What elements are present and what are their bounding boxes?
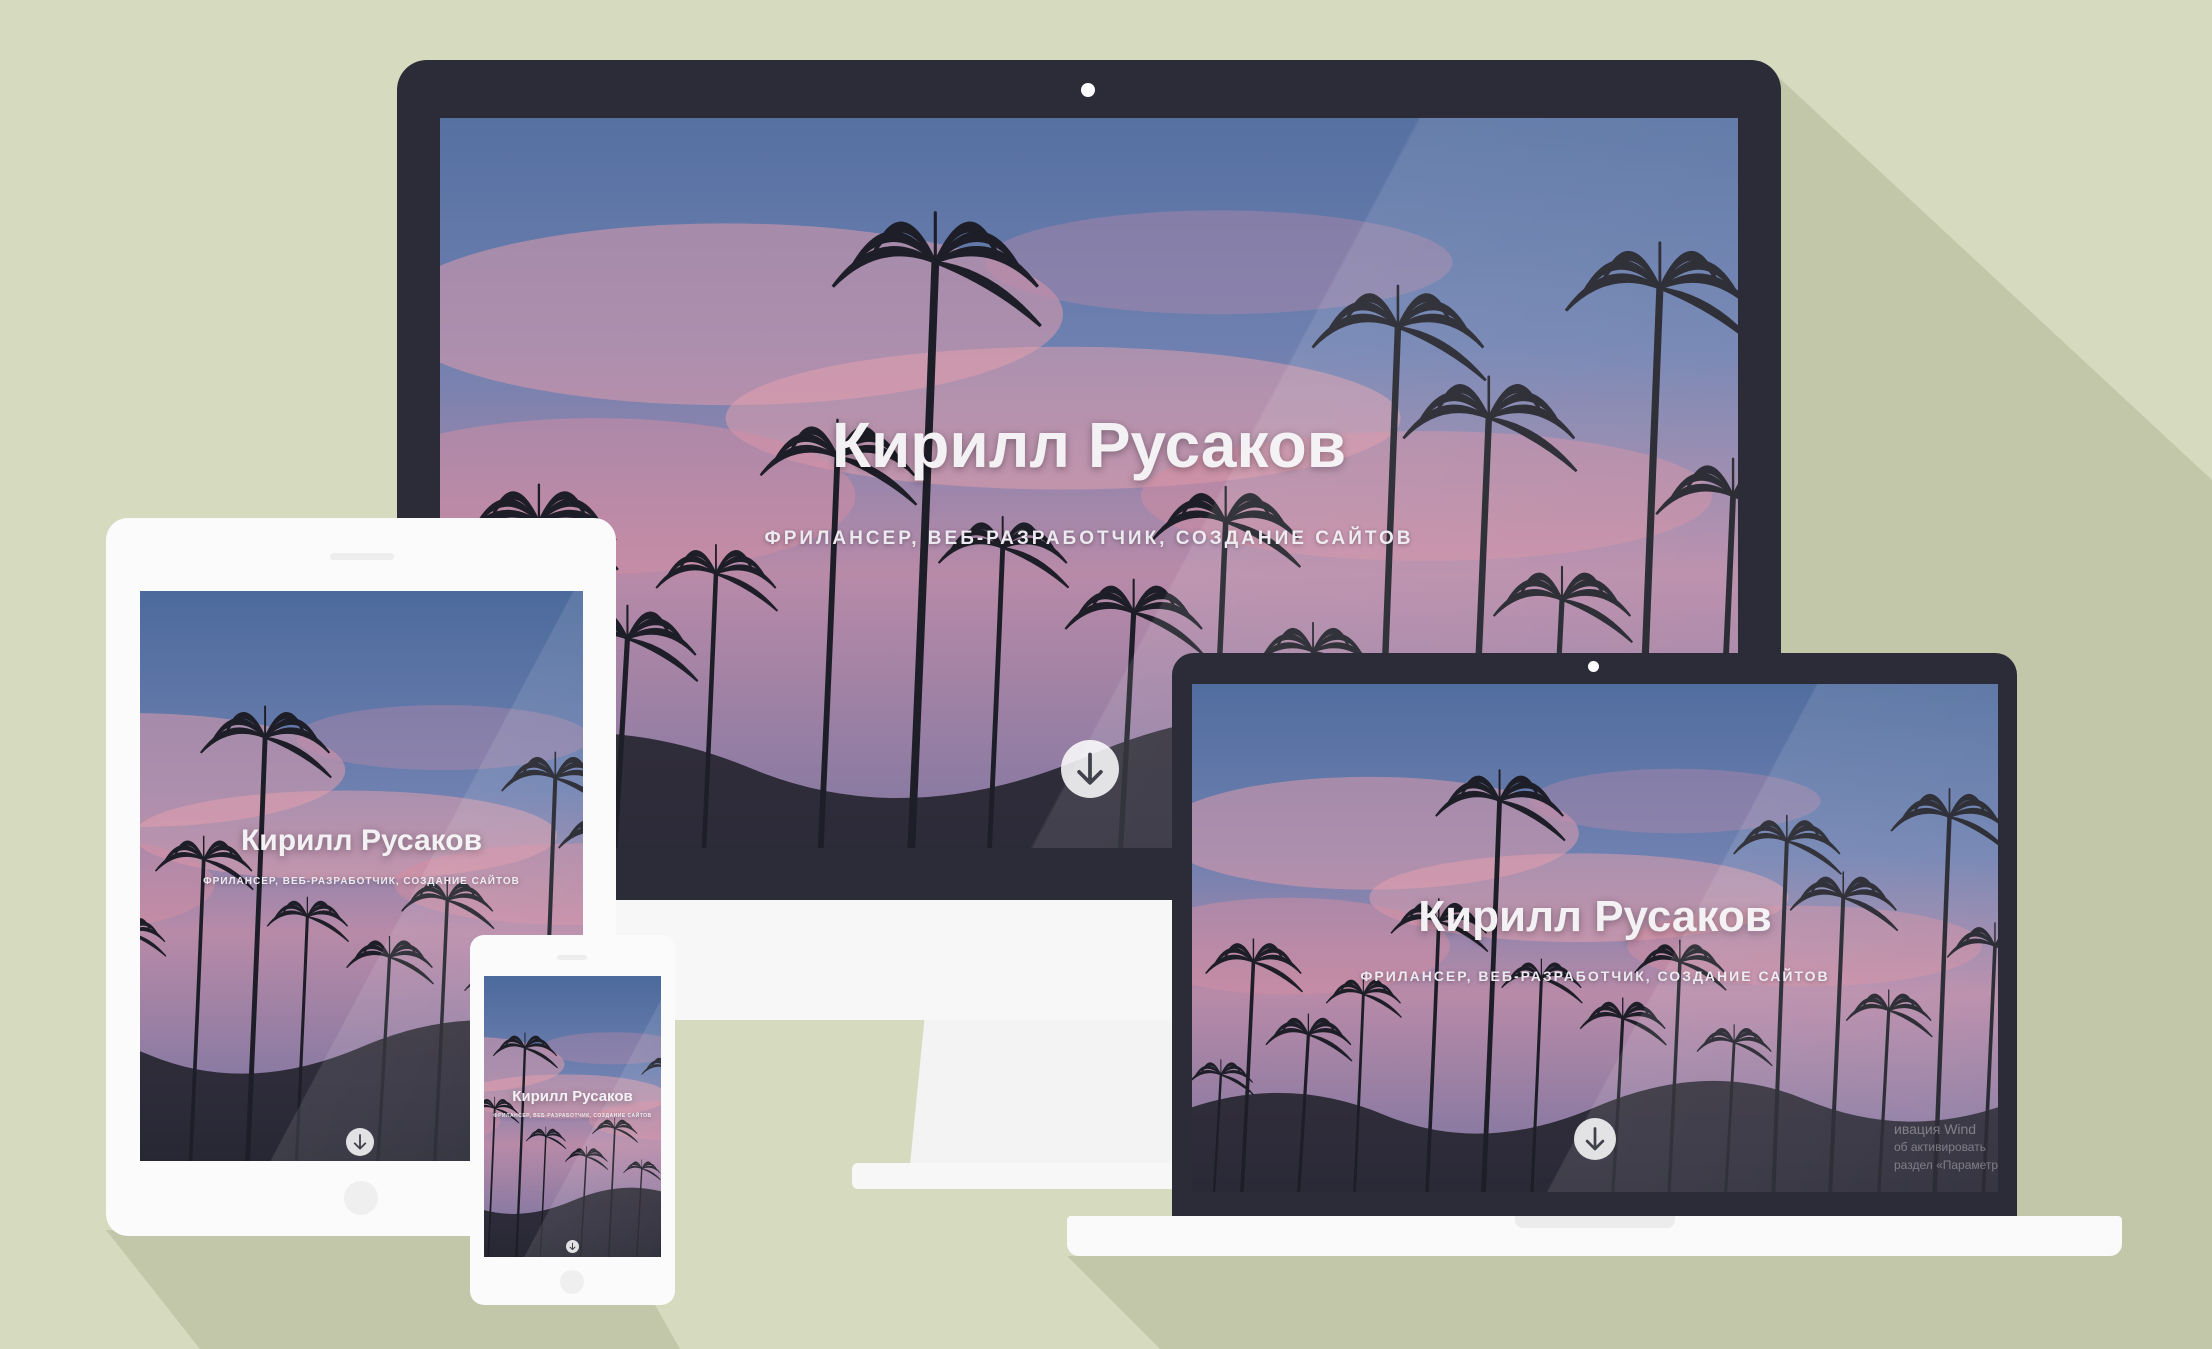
phone-speaker xyxy=(557,955,587,960)
tablet-home-button[interactable] xyxy=(344,1181,378,1215)
arrow-down-circle-icon xyxy=(569,1242,576,1251)
hero-tagline: ФРИЛАНСЕР, ВЕБ-РАЗРАБОТЧИК, СОЗДАНИЕ САЙ… xyxy=(764,528,1414,549)
phone-screen: Кирилл Русаков ФРИЛАНСЕР, ВЕБ-РАЗРАБОТЧИ… xyxy=(484,976,661,1257)
arrow-down-circle-icon xyxy=(1077,752,1103,785)
hero-name: Кирилл Русаков xyxy=(512,1088,633,1105)
hero-name: Кирилл Русаков xyxy=(240,824,483,857)
arrow-down-circle-icon xyxy=(353,1134,367,1150)
watermark-line: раздел «Параметры» xyxy=(1894,1158,1998,1172)
phone-home-button[interactable] xyxy=(560,1270,584,1294)
watermark-line: ивация Wind xyxy=(1894,1121,1977,1137)
camera-dot-icon xyxy=(1588,661,1599,672)
camera-dot-icon xyxy=(1081,83,1095,97)
hero-tagline: ФРИЛАНСЕР, ВЕБ-РАЗРАБОТЧИК, СОЗДАНИЕ САЙ… xyxy=(1360,968,1830,984)
scroll-down-button[interactable] xyxy=(346,1128,374,1156)
scroll-down-button[interactable] xyxy=(1574,1118,1616,1160)
os-activation-watermark: ивация Wind об активировать раздел «Пара… xyxy=(1894,1120,1998,1174)
hero-name: Кирилл Русаков xyxy=(1418,892,1772,941)
laptop-trackpad-notch xyxy=(1515,1216,1675,1228)
watermark-line: об активировать xyxy=(1894,1140,1986,1154)
hero-tagline: ФРИЛАНСЕР, ВЕБ-РАЗРАБОТЧИК, СОЗДАНИЕ САЙ… xyxy=(203,876,520,887)
scroll-down-button[interactable] xyxy=(1061,740,1119,798)
scroll-down-button[interactable] xyxy=(566,1240,579,1253)
laptop-screen: Кирилл Русаков ФРИЛАНСЕР, ВЕБ-РАЗРАБОТЧИ… xyxy=(1192,684,1998,1192)
hero-tagline: ФРИЛАНСЕР, ВЕБ-РАЗРАБОТЧИК, СОЗДАНИЕ САЙ… xyxy=(493,1113,652,1119)
tablet-speaker xyxy=(330,553,394,560)
arrow-down-circle-icon xyxy=(1585,1127,1605,1151)
hero-name: Кирилл Русаков xyxy=(831,409,1347,481)
